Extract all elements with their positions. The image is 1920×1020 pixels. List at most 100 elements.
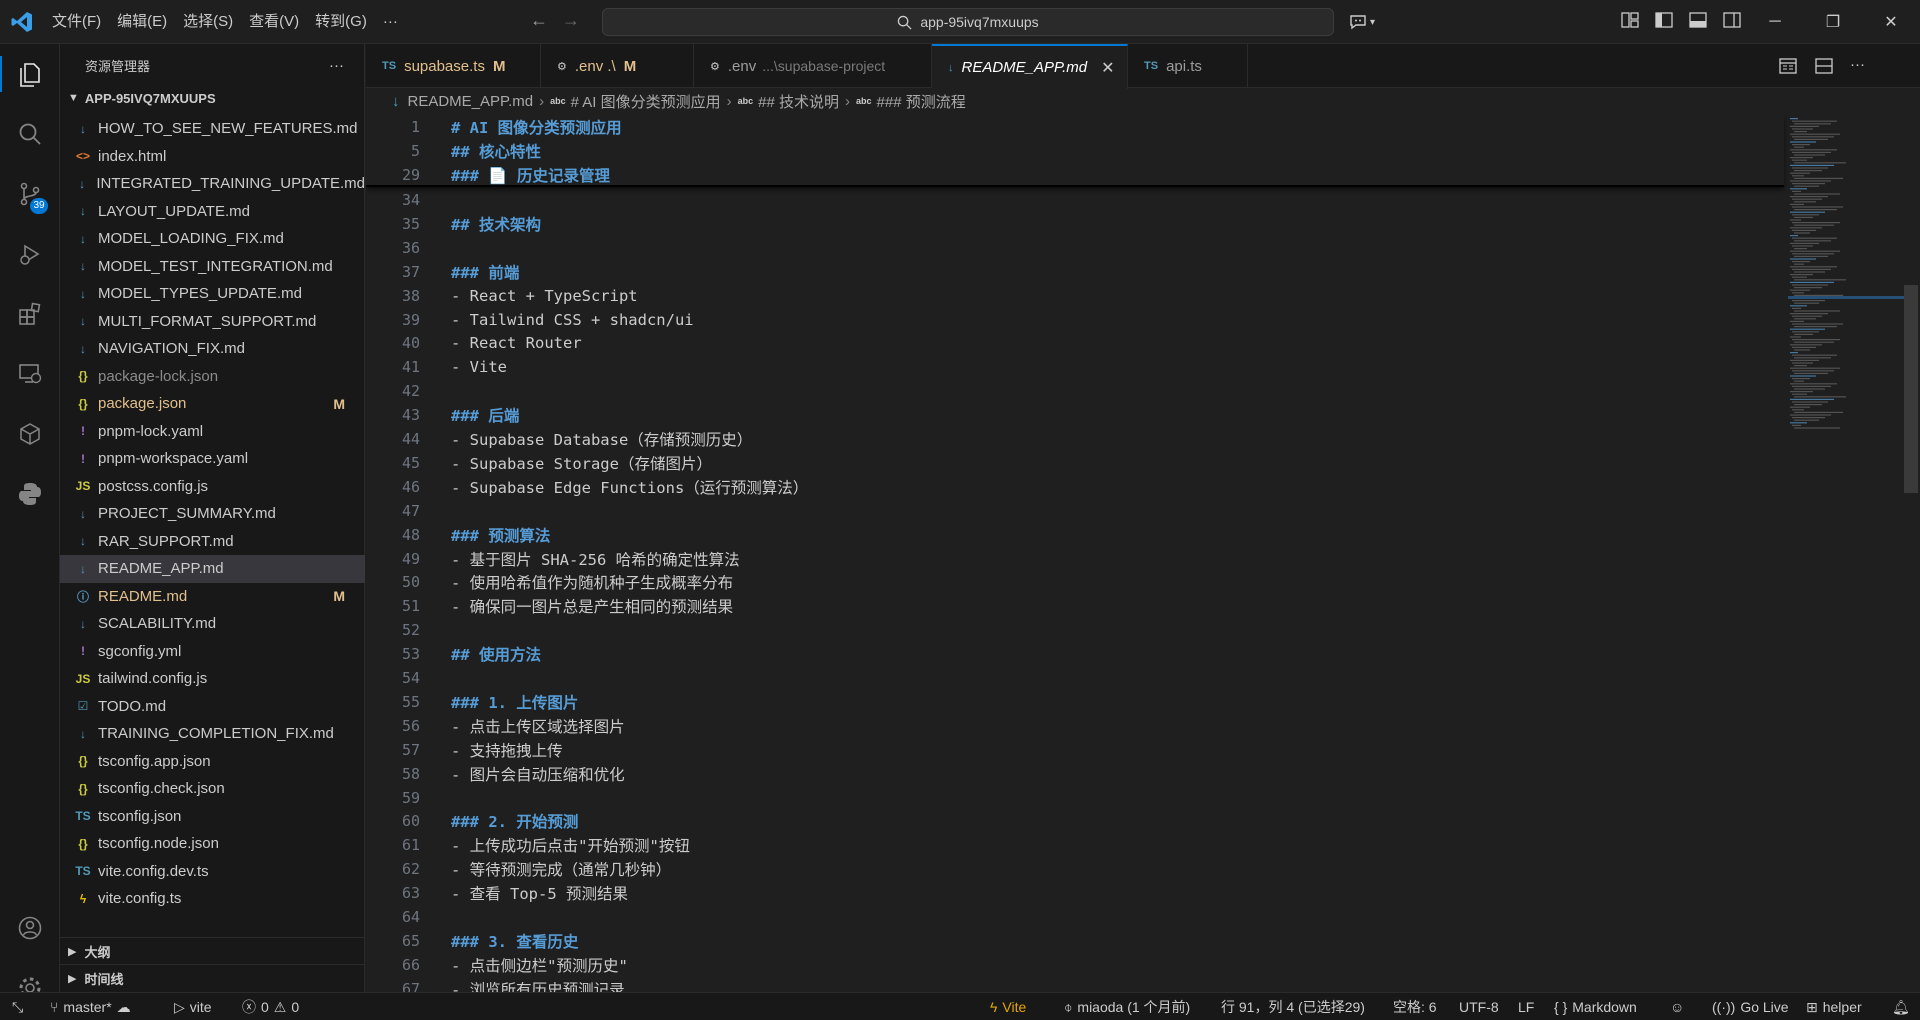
breadcrumb-item[interactable]: ### 预测流程 [877,91,966,112]
code-line[interactable]: 57 - 支持拖拽上传 [366,738,1784,762]
code-line[interactable]: 41 - Vite [366,355,1784,379]
remote-indicator[interactable]: ⤡ [12,993,23,1020]
notifications-indicator[interactable]: 🔔︎ [1892,993,1910,1020]
run-debug-activity[interactable] [0,228,60,280]
python-activity[interactable] [0,468,60,520]
file-tree-item[interactable]: ↓ PROJECT_SUMMARY.md [60,500,365,528]
more-actions-icon[interactable]: ··· [329,57,344,74]
file-tree-item[interactable]: ϟ vite.config.ts [60,885,365,913]
code-line[interactable]: 1 # AI 图像分类预测应用 [366,115,1784,139]
file-tree-item[interactable]: ↓ MODEL_TEST_INTEGRATION.md [60,253,365,281]
breadcrumb-item[interactable]: README_APP.md [408,93,534,110]
file-tree-item[interactable]: ↓ INTEGRATED_TRAINING_UPDATE.md [60,170,365,198]
code-line[interactable]: 54 [366,666,1784,690]
file-tree-item[interactable]: {} package-lock.json [60,363,365,391]
breadcrumb-item[interactable]: # AI 图像分类预测应用 [571,91,721,112]
code-line[interactable]: 35 ## 技术架构 [366,212,1784,236]
code-line[interactable]: 48 ### 预测算法 [366,523,1784,547]
encoding-indicator[interactable]: UTF-8 [1459,993,1499,1020]
menu-item[interactable]: 查看(V) [241,8,307,36]
toggle-primary-sidebar-icon[interactable] [1654,10,1676,32]
branch-indicator[interactable]: ⑂ master* ☁ [50,993,131,1020]
eol-indicator[interactable]: LF [1518,993,1534,1020]
file-tree-item[interactable]: {} package.json M [60,390,365,418]
menu-overflow-icon[interactable]: ··· [375,8,406,36]
code-line[interactable]: 50 - 使用哈希值作为随机种子生成概率分布 [366,570,1784,594]
code-line[interactable]: 65 ### 3. 查看历史 [366,929,1784,953]
file-tree-item[interactable]: ↓ MULTI_FORMAT_SUPPORT.md [60,308,365,336]
code-line[interactable]: 39 - Tailwind CSS + shadcn/ui [366,308,1784,332]
go-live-button[interactable]: ((·)) Go Live [1712,993,1789,1020]
code-line[interactable]: 29 ### 📄 历史记录管理 [366,163,1784,187]
file-tree-item[interactable]: ! pnpm-workspace.yaml [60,445,365,473]
code-line[interactable]: 49 - 基于图片 SHA-256 哈希的确定性算法 [366,547,1784,571]
code-line[interactable]: 58 - 图片会自动压缩和优化 [366,762,1784,786]
problems-indicator[interactable]: ⓧ 0 ⚠ 0 [242,993,299,1020]
explorer-activity[interactable] [0,48,60,100]
extensions-activity[interactable] [0,288,60,340]
editor-tab[interactable]: ⚙ .env .\ M [541,44,694,88]
copilot-button[interactable]: ▾ [1348,9,1388,35]
code-editor[interactable]: 1 # AI 图像分类预测应用 5 ## 核心特性 29 ### 📄 历史记录管理 34 3… [366,114,1920,992]
code-line[interactable]: 43 ### 后端 [366,403,1784,427]
source-control-activity[interactable]: 39 [0,168,60,220]
accounts-activity[interactable] [0,902,60,954]
code-line[interactable]: 61 - 上传成功后点击"开始预测"按钮 [366,833,1784,857]
workspace-root[interactable]: ▼ APP-95IVQ7MXUUPS [60,86,364,110]
language-mode[interactable]: { } Markdown [1554,993,1637,1020]
file-tree-item[interactable]: ☑ TODO.md [60,693,365,721]
file-tree-item[interactable]: TS vite.config.dev.ts [60,858,365,886]
code-line[interactable]: 37 ### 前端 [366,260,1784,284]
menu-item[interactable]: 文件(F) [44,8,109,36]
file-tree-item[interactable]: ⓘ README.md M [60,583,365,611]
code-line[interactable]: 64 [366,905,1784,929]
file-tree-item[interactable]: ↓ TRAINING_COMPLETION_FIX.md [60,720,365,748]
file-tree-item[interactable]: JS tailwind.config.js [60,665,365,693]
toggle-panel-icon[interactable] [1688,10,1710,32]
file-tree-item[interactable]: ! sgconfig.yml [60,638,365,666]
customize-layout-icon[interactable] [1620,10,1642,32]
editor-tab[interactable]: ⚙ .env ...\supabase-project [694,44,932,88]
editor-tab[interactable]: TS supabase.ts M [366,44,541,88]
split-editor-icon[interactable] [1814,56,1834,76]
code-line[interactable]: 44 - Supabase Database（存储预测历史） [366,427,1784,451]
code-line[interactable]: 38 - React + TypeScript [366,284,1784,308]
file-tree-item[interactable]: {} tsconfig.app.json [60,748,365,776]
scrollbar-thumb[interactable] [1904,285,1918,493]
outline-section[interactable]: ▶ 大纲 [60,937,365,964]
toggle-secondary-sidebar-icon[interactable] [1722,10,1744,32]
more-actions-icon[interactable]: ··· [1850,56,1870,76]
code-line[interactable]: 63 - 查看 Top-5 预测结果 [366,881,1784,905]
menu-item[interactable]: 编辑(E) [109,8,175,36]
code-line[interactable]: 55 ### 1. 上传图片 [366,690,1784,714]
code-line[interactable]: 40 - React Router [366,331,1784,355]
file-tree-item[interactable]: ↓ LAYOUT_UPDATE.md [60,198,365,226]
editor-tab[interactable]: TS api.ts [1128,44,1248,88]
file-tree-item[interactable]: ↓ MODEL_TYPES_UPDATE.md [60,280,365,308]
file-tree-item[interactable]: ↓ SCALABILITY.md [60,610,365,638]
code-line[interactable]: 42 [366,379,1784,403]
code-line[interactable]: 36 [366,236,1784,260]
file-tree-item[interactable]: JS postcss.config.js [60,473,365,501]
remote-explorer-activity[interactable] [0,348,60,400]
code-line[interactable]: 66 - 点击侧边栏"预测历史" [366,953,1784,977]
open-preview-icon[interactable] [1778,56,1798,76]
search-activity[interactable] [0,108,60,160]
minimize-icon[interactable]: ─ [1746,0,1804,44]
code-line[interactable]: 5 ## 核心特性 [366,139,1784,163]
file-tree-item[interactable]: {} tsconfig.node.json [60,830,365,858]
timeline-section[interactable]: ▶ 时间线 [60,964,365,991]
file-tree-item[interactable]: ! pnpm-lock.yaml [60,418,365,446]
code-line[interactable]: 53 ## 使用方法 [366,642,1784,666]
code-line[interactable]: 60 ### 2. 开始预测 [366,809,1784,833]
editor-tab[interactable]: ↓ README_APP.md ✕ [932,44,1128,89]
back-arrow-icon[interactable]: ← [530,10,548,31]
command-center-search[interactable]: app-95ivq7mxuups [602,8,1334,36]
git-blame-indicator[interactable]: ⌽ miaoda (1 个月前) [1064,993,1190,1020]
code-line[interactable]: 51 - 确保同一图片总是产生相同的预测结果 [366,594,1784,618]
indentation-indicator[interactable]: 空格: 6 [1393,993,1437,1020]
code-line[interactable]: 52 [366,618,1784,642]
file-tree-item[interactable]: ↓ NAVIGATION_FIX.md [60,335,365,363]
copilot-status[interactable]: ☺ [1670,993,1684,1020]
code-line[interactable]: 59 [366,786,1784,810]
